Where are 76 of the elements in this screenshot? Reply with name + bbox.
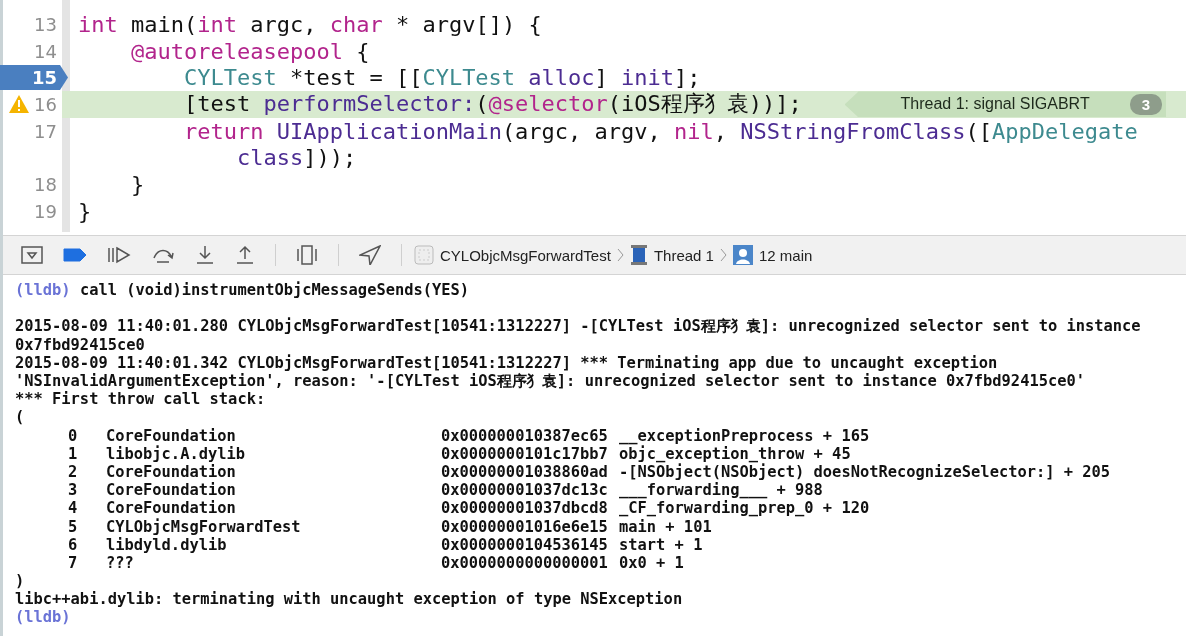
frame-library: ???	[106, 553, 135, 572]
frame-address: 0x0000000104536145	[441, 535, 609, 554]
breadcrumb-item[interactable]: 12 main	[758, 246, 813, 264]
frame-index: 0	[68, 426, 79, 445]
line-number: 13	[34, 13, 58, 35]
frame-address: 0x0000000000000001	[441, 553, 609, 572]
breadcrumb-item[interactable]: Thread 1	[653, 246, 714, 264]
frame-symbol: main + 101	[619, 517, 712, 536]
frame-symbol: 0x0 + 1	[619, 553, 684, 572]
frame-library: CoreFoundation	[106, 426, 237, 445]
error-message: Thread 1: signal SIGABRT	[900, 95, 1090, 114]
frame-address: 0x0000000101c17bb7	[441, 444, 609, 463]
step-into-icon[interactable]	[195, 245, 215, 265]
breakpoint-icon[interactable]	[63, 248, 87, 262]
frame-address: 0x00000001038860ad	[441, 462, 609, 481]
console-command: call (void)instrumentObjcMessageSends(YES)	[79, 281, 470, 300]
line-number: 17	[34, 120, 58, 142]
breadcrumb-item[interactable]: CYLObjcMsgForwardTest	[440, 246, 611, 264]
code-line: }	[78, 198, 92, 224]
frame-symbol: start + 1	[619, 535, 703, 554]
console-line: 2015-08-09 11:40:01.280 CYLObjcMsgForwardTest[10541:1312227] -[CYLTest iOS程序犭袁]: unrecognized selector sent to instance	[15, 315, 1141, 337]
frame-index: 6	[68, 535, 79, 554]
frame-symbol: _CF_forwarding_prep_0 + 120	[619, 499, 870, 518]
chevron-icon	[616, 248, 624, 262]
console-line: 0x7fbd92415ce0	[15, 335, 145, 354]
frame-library: libobjc.A.dylib	[106, 444, 246, 463]
app-icon	[414, 245, 434, 265]
person-icon	[732, 245, 753, 265]
console-line: 2015-08-09 11:40:01.342 CYLObjcMsgForwardTest[10541:1312227] *** Terminating app due to uncaught exception	[15, 353, 998, 372]
spool-icon	[629, 244, 648, 266]
code-line: int main(int argc, char * argv[]) {	[78, 11, 542, 37]
frame-index: 3	[68, 481, 79, 500]
frame-library: CoreFoundation	[106, 481, 237, 500]
step-out-icon[interactable]	[235, 245, 255, 265]
frame-symbol: objc_exception_throw + 45	[619, 444, 851, 463]
frame-library: CoreFoundation	[106, 499, 237, 518]
line-number: 19	[34, 200, 58, 222]
frame-symbol: __exceptionPreprocess + 165	[619, 426, 870, 445]
console-line: *** First throw call stack:	[15, 390, 266, 409]
code-line: }	[129, 171, 145, 197]
view-hierarchy-icon[interactable]	[296, 245, 318, 265]
code-line: class]));	[235, 145, 357, 171]
lldb-prompt: (lldb)	[15, 608, 71, 627]
line-number: 18	[34, 173, 58, 195]
frame-index: 5	[68, 517, 79, 536]
console-line: )	[15, 572, 25, 591]
lldb-prompt: (lldb)	[15, 281, 71, 300]
frame-index: 2	[68, 462, 79, 481]
continue-icon[interactable]	[107, 246, 131, 264]
frame-address: 0x00000001016e6e15	[441, 517, 609, 536]
frame-index: 7	[68, 553, 79, 572]
frame-library: CYLObjcMsgForwardTest	[106, 517, 302, 536]
breakpoint-marker[interactable]	[0, 65, 69, 91]
console-line: (	[15, 408, 25, 427]
console-line: libc++abi.dylib: terminating with uncaught exception of type NSException	[15, 590, 683, 609]
code-line: [test performSelector:(@selector(iOS程序犭袁))];	[182, 90, 802, 119]
frame-address: 0x00000001037dbcd8	[441, 499, 609, 518]
frame-index: 1	[68, 444, 79, 463]
line-number: 16	[34, 93, 58, 115]
frame-symbol: ___forwarding___ + 988	[619, 481, 823, 500]
code-line: CYLTest *test = [[CYLTest alloc] init];	[182, 65, 701, 91]
frame-library: libdyld.dylib	[106, 535, 228, 554]
frame-address: 0x000000010387ec65	[441, 426, 609, 445]
hide-console-icon[interactable]	[21, 246, 43, 264]
frame-index: 4	[68, 499, 79, 518]
frame-symbol: -[NSObject(NSObject) doesNotRecognizeSelector:] + 205	[619, 462, 1111, 481]
console-line: 'NSInvalidArgumentException', reason: '-[CYLTest iOS程序犭袁]: unrecognized selector sent to instance 0x7fbd92415ce0'	[15, 371, 1085, 391]
frame-address: 0x00000001037dc13c	[441, 481, 609, 500]
frame-library: CoreFoundation	[106, 462, 237, 481]
location-icon[interactable]	[359, 245, 381, 265]
code-line: @autoreleasepool {	[130, 38, 370, 64]
count-badge: 3	[1129, 93, 1162, 115]
line-number: 14	[34, 40, 58, 62]
line-number: 15	[31, 67, 58, 89]
code-line: return UIApplicationMain(argc, argv, nil, NSStringFromClass([AppDelegate	[182, 118, 1138, 144]
chevron-icon	[719, 248, 727, 262]
